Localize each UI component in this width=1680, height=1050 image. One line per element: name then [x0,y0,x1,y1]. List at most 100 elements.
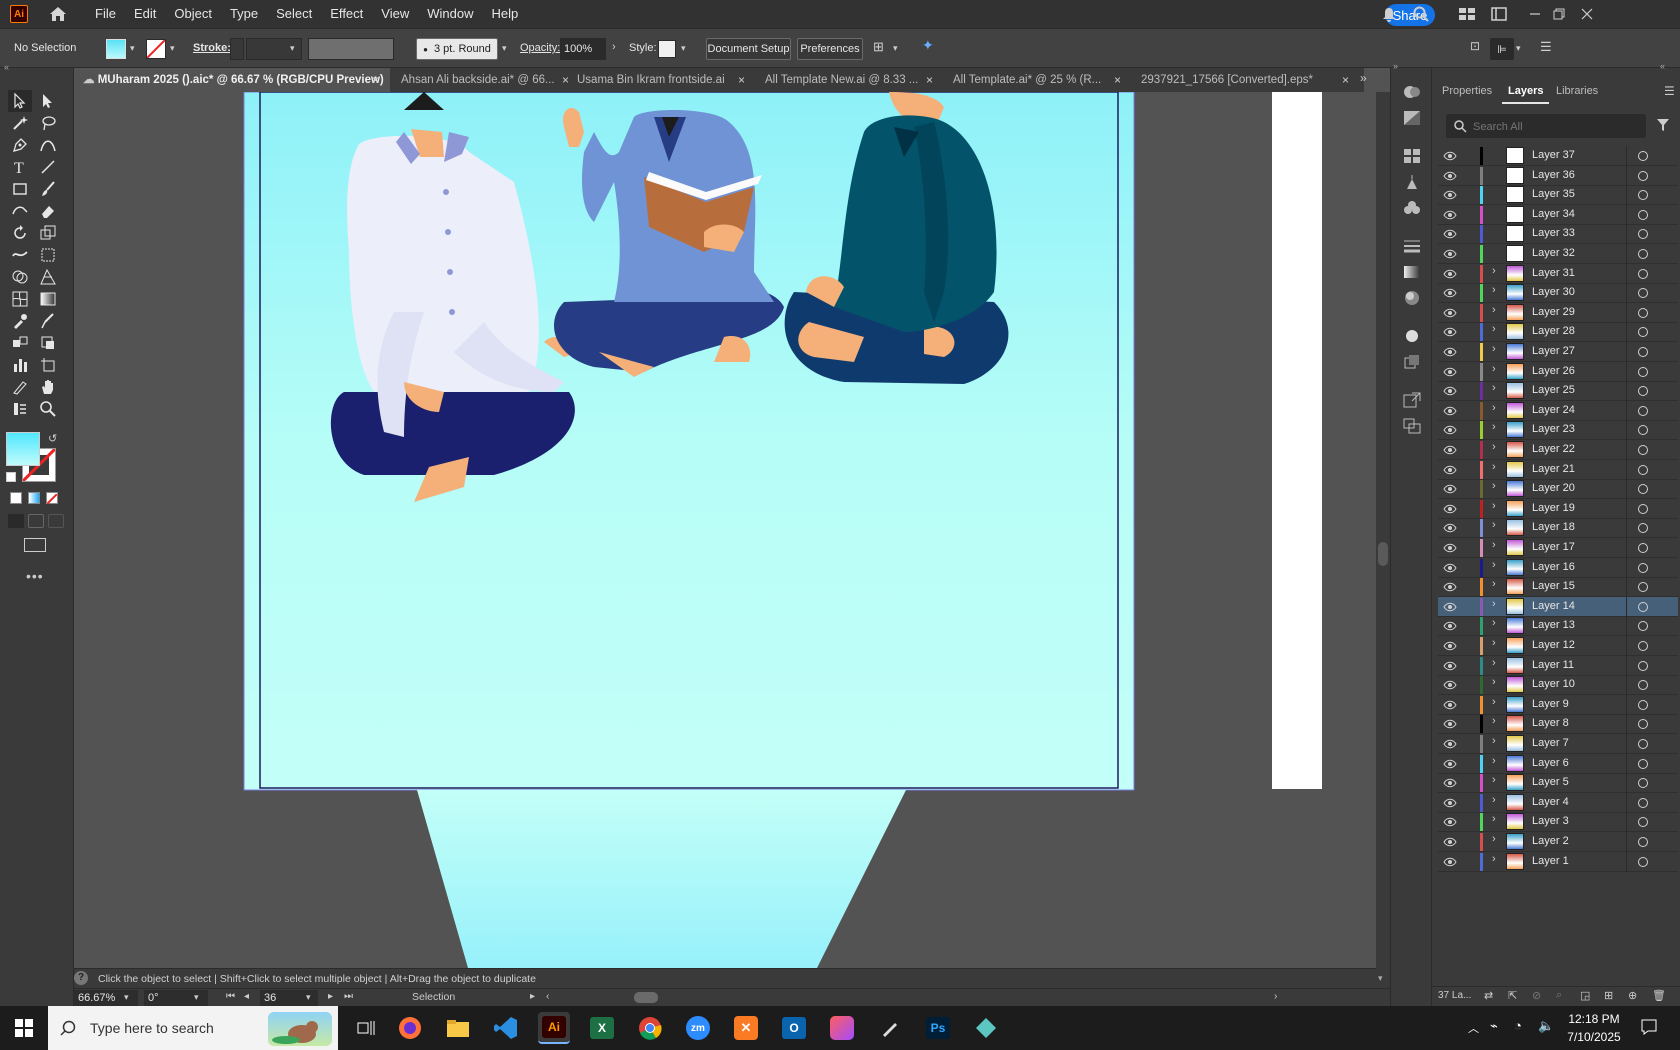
document-tab[interactable]: Ahsan Ali backside.ai* @ 66... [392,68,580,92]
expand-chevron-icon[interactable]: › [1492,304,1496,316]
artboards-icon[interactable] [1401,416,1423,436]
direct-selection-tool[interactable] [36,90,60,112]
target-icon[interactable] [1638,151,1648,161]
layer-row[interactable]: › Layer 8 [1438,714,1678,735]
opacity-label[interactable]: Opacity: [520,42,560,54]
target-icon[interactable] [1638,484,1648,495]
brush-definition[interactable]: ● 3 pt. Round [416,38,498,60]
eye-icon[interactable] [1443,836,1457,848]
align-icon[interactable]: ⊞ [873,39,884,54]
app-diamond-icon[interactable] [970,1012,1002,1044]
paragraph-icon[interactable]: ⊫ [1490,38,1514,60]
shape-builder-tool[interactable] [8,266,32,288]
eraser-tool[interactable] [36,200,60,222]
expand-chevron-icon[interactable]: › [1492,519,1496,531]
target-icon[interactable] [1638,347,1648,357]
restore-icon[interactable] [1550,5,1568,23]
eye-icon[interactable] [1443,699,1457,711]
filter-icon[interactable] [1656,118,1670,135]
brushes-icon[interactable] [1401,172,1423,192]
color-guide-icon[interactable] [1401,108,1423,128]
eye-icon[interactable] [1443,170,1457,182]
menu-file[interactable]: File [86,0,125,28]
eye-icon[interactable] [1443,248,1457,260]
zoom-app-icon[interactable]: zm [682,1012,714,1044]
expand-chevron-icon[interactable]: › [1492,657,1496,669]
eye-icon[interactable] [1443,620,1457,632]
bell-icon[interactable] [1380,5,1398,23]
expand-chevron-icon[interactable]: › [1492,539,1496,551]
expand-chevron-icon[interactable]: › [1492,500,1496,512]
close-icon[interactable] [1578,5,1596,23]
scroll-right-icon[interactable]: › [1274,991,1277,1002]
symbols-icon[interactable] [1401,198,1423,218]
minimize-icon[interactable] [1526,5,1544,23]
target-icon[interactable] [1638,758,1648,769]
export-asset-icon[interactable]: ⇱ [1508,989,1517,1002]
opacity-field[interactable]: 100% [560,38,606,60]
expand-chevron-icon[interactable]: › [1492,833,1496,845]
scroll-thumb[interactable] [1378,542,1388,566]
target-icon[interactable] [1638,739,1648,749]
target-icon[interactable] [1638,170,1648,181]
photoshop-icon[interactable]: Ps [922,1012,954,1044]
vscode-icon[interactable] [490,1012,522,1044]
close-tab-icon[interactable]: × [1342,68,1349,92]
layer-row[interactable]: › Layer 1 [1438,851,1678,872]
expand-chevron-icon[interactable]: › [1492,813,1496,825]
target-icon[interactable] [1638,229,1648,240]
document-tab[interactable]: Usama Bin Ikram frontside.ai [568,68,756,92]
curvature-tool[interactable] [36,134,60,156]
tray-chevron-icon[interactable]: ︿ [1468,1020,1479,1036]
expand-chevron-icon[interactable]: › [1492,735,1496,747]
expand-chevron-icon[interactable]: › [1492,421,1496,433]
layer-row[interactable]: Layer 33 [1438,224,1678,245]
eye-icon[interactable] [1443,758,1457,770]
panel-menu-icon[interactable]: ☰ [1540,39,1552,54]
chevron-down-icon[interactable]: ▾ [502,43,512,53]
eye-icon[interactable] [1443,385,1457,397]
document-setup-button[interactable]: Document Setup [706,38,791,60]
target-icon[interactable] [1638,425,1648,436]
chevron-down-icon[interactable]: ▾ [290,43,300,53]
scroll-left-icon[interactable]: ‹ [546,991,549,1002]
live-paint-tool[interactable] [36,332,60,354]
draw-behind-icon[interactable] [28,514,44,528]
zoom-tool[interactable] [36,398,60,420]
gradient-mode-icon[interactable] [28,492,40,504]
swatches-icon[interactable] [1401,146,1423,166]
magic-wand-tool[interactable] [8,112,32,134]
volume-icon[interactable]: 🔈 [1538,1018,1554,1034]
expand-chevron-icon[interactable]: › [1492,363,1496,375]
close-tab-icon[interactable]: × [1114,68,1121,92]
collapse-panel-icon[interactable]: « [1660,61,1665,71]
clipping-mask-icon[interactable]: ⊘ [1532,989,1541,1002]
stroke-swatch[interactable] [146,39,166,59]
arrange-documents-icon[interactable] [1458,5,1476,23]
clock-date[interactable]: 7/10/2025 [1566,1030,1622,1044]
graphic-styles-icon[interactable] [1401,352,1423,372]
expand-chevron-icon[interactable]: › [1492,441,1496,453]
blend-tool[interactable] [8,332,32,354]
tab-properties[interactable]: Properties [1442,78,1492,104]
target-icon[interactable] [1638,817,1648,828]
target-icon[interactable] [1638,543,1648,553]
target-icon[interactable] [1638,641,1648,651]
layer-row[interactable]: › Layer 29 [1438,302,1678,323]
chevron-down-icon[interactable]: ▾ [1516,43,1526,53]
document-tab[interactable]: All Template.ai* @ 25 % (R... [944,68,1132,92]
line-segment-tool[interactable] [36,156,60,178]
expand-chevron-icon[interactable]: › [1492,284,1496,296]
eye-icon[interactable] [1443,366,1457,378]
search-icon[interactable] [1412,5,1430,23]
help-icon[interactable]: ? [74,971,88,985]
expand-chevron-icon[interactable]: › [1492,794,1496,806]
layer-row[interactable]: › Layer 4 [1438,792,1678,813]
layer-row[interactable]: › Layer 30 [1438,283,1678,304]
layer-row[interactable]: › Layer 12 [1438,636,1678,656]
graphic-style-swatch[interactable] [658,40,676,58]
creative-cloud-icon[interactable] [826,1012,858,1044]
target-icon[interactable] [1638,405,1648,416]
layer-row[interactable]: › Layer 23 [1438,420,1678,441]
eye-icon[interactable] [1443,307,1457,319]
